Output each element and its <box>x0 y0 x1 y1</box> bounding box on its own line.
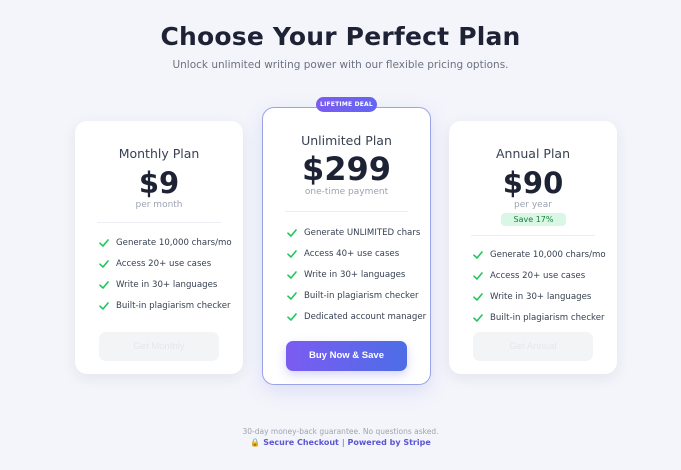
guarantee-text: 30-day money-back guarantee. No question… <box>242 427 439 436</box>
divider <box>97 222 221 223</box>
feature-label: Write in 30+ languages <box>304 269 406 280</box>
feature-list: Generate 10,000 chars/mo Access 20+ use … <box>99 232 237 316</box>
check-icon <box>287 271 297 279</box>
feature-label: Built-in plagiarism checker <box>490 312 605 323</box>
check-icon <box>287 228 297 237</box>
check-icon <box>287 313 297 322</box>
feature-label: Write in 30+ languages <box>490 291 592 302</box>
plan-price: $90 <box>502 166 564 200</box>
feature-item: Generate UNLIMITED chars <box>287 222 424 243</box>
feature-label: Access 20+ use cases <box>490 270 586 281</box>
buy-now-button[interactable]: Buy Now & Save <box>286 341 407 371</box>
check-icon <box>99 280 109 289</box>
secure-checkout-label: Secure Checkout <box>263 438 339 447</box>
feature-item: Access 20+ use cases <box>99 253 237 274</box>
plan-name: Monthly Plan <box>118 146 200 161</box>
feature-label: Generate 10,000 chars/mo <box>490 249 606 260</box>
check-icon <box>99 238 109 247</box>
plan-name: Annual Plan <box>495 146 571 161</box>
lifetime-deal-badge: LIFETIME DEAL <box>316 97 377 112</box>
plan-period: per month <box>135 200 183 210</box>
feature-item: Write in 30+ languages <box>473 286 611 307</box>
plan-name: Unlimited Plan <box>301 133 392 148</box>
divider <box>285 211 408 212</box>
plan-period: per year <box>514 200 552 210</box>
page-title: Choose Your Perfect Plan <box>160 22 521 51</box>
check-icon <box>99 301 109 310</box>
feature-item: Built-in plagiarism checker <box>287 286 424 307</box>
feature-item: Built-in plagiarism checker <box>473 307 611 328</box>
plan-period: one-time payment <box>304 187 389 197</box>
check-icon <box>473 292 483 301</box>
check-icon <box>287 249 297 258</box>
lock-icon: 🔒 <box>250 438 261 447</box>
feature-item: Access 40+ use cases <box>287 243 424 264</box>
check-icon <box>473 250 483 259</box>
get-monthly-button[interactable]: Get Monthly <box>99 332 219 361</box>
unlimited-plan-card: Unlimited Plan $299 one-time payment Gen… <box>262 107 431 385</box>
annual-plan-card: Annual Plan $90 per year Save 17% Genera… <box>449 121 617 374</box>
feature-list: Generate UNLIMITED chars Access 40+ use … <box>287 222 427 328</box>
feature-label: Dedicated account manager <box>304 312 427 323</box>
plan-price: $299 <box>301 150 392 188</box>
feature-item: Write in 30+ languages <box>287 264 424 285</box>
check-icon <box>99 259 109 268</box>
save-badge: Save 17% <box>501 213 566 226</box>
check-icon <box>473 271 483 280</box>
check-icon <box>287 292 297 300</box>
feature-item: Generate 10,000 chars/mo <box>99 232 237 253</box>
powered-by-stripe-link[interactable]: Powered by Stripe <box>348 438 431 447</box>
plan-price: $9 <box>138 166 180 200</box>
feature-label: Generate UNLIMITED chars <box>304 227 421 238</box>
feature-item: Built-in plagiarism checker <box>99 295 237 316</box>
feature-label: Built-in plagiarism checker <box>116 300 231 311</box>
feature-label: Access 40+ use cases <box>304 248 400 259</box>
check-icon <box>473 313 483 322</box>
page-subtitle: Unlock unlimited writing power with our … <box>172 59 509 71</box>
feature-item: Access 20+ use cases <box>473 265 611 286</box>
feature-list: Generate 10,000 chars/mo Access 20+ use … <box>473 244 611 328</box>
secure-checkout-line: 🔒 Secure Checkout | Powered by Stripe <box>0 438 681 447</box>
get-annual-button[interactable]: Get Annual <box>473 332 593 361</box>
divider <box>471 235 595 236</box>
feature-label: Write in 30+ languages <box>116 279 218 290</box>
monthly-plan-card: Monthly Plan $9 per month Generate 10,00… <box>75 121 243 374</box>
feature-item: Generate 10,000 chars/mo <box>473 244 611 265</box>
feature-label: Access 20+ use cases <box>116 258 212 269</box>
feature-label: Generate 10,000 chars/mo <box>116 237 232 248</box>
feature-label: Built-in plagiarism checker <box>304 291 419 302</box>
feature-item: Write in 30+ languages <box>99 274 237 295</box>
feature-item: Dedicated account manager <box>287 307 427 328</box>
separator: | <box>341 438 345 447</box>
